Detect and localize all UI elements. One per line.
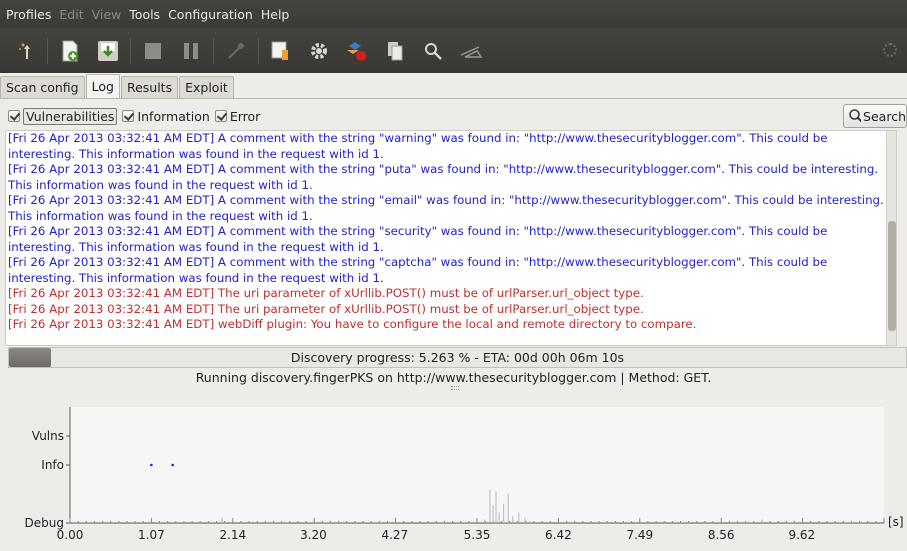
encode-decode-icon[interactable] bbox=[343, 37, 371, 65]
log-scrollbar[interactable] bbox=[886, 131, 896, 345]
x-tick-label: 7.49 bbox=[626, 528, 653, 542]
new-profile-icon[interactable] bbox=[56, 37, 84, 65]
tab-results[interactable]: Results bbox=[120, 76, 179, 98]
stop-icon[interactable] bbox=[139, 37, 167, 65]
chart-plot-area bbox=[70, 407, 884, 523]
tab-divider bbox=[0, 98, 907, 99]
toolbar-separator bbox=[47, 37, 48, 64]
log-line: [Fri 26 Apr 2013 03:32:41 AM EDT] The ur… bbox=[8, 286, 644, 300]
menu-edit[interactable]: Edit bbox=[59, 7, 83, 22]
x-tick-label: 6.42 bbox=[545, 528, 572, 542]
x-tick-label: 2.14 bbox=[219, 528, 246, 542]
log-line: [Fri 26 Apr 2013 03:32:41 AM EDT] A comm… bbox=[8, 131, 828, 145]
compare-icon[interactable] bbox=[419, 37, 447, 65]
filter-vulnerabilities-label[interactable]: Vulnerabilities bbox=[23, 107, 118, 125]
tab-strip: Scan config Log Results Exploit bbox=[0, 74, 235, 98]
x-tick-label: 8.56 bbox=[708, 528, 735, 542]
log-line: [Fri 26 Apr 2013 03:32:41 AM EDT] A comm… bbox=[8, 255, 828, 269]
x-tick-label: 9.62 bbox=[788, 528, 815, 542]
filter-vulnerabilities-checkbox[interactable] bbox=[8, 110, 20, 122]
progress-text: Discovery progress: 5.263 % - ETA: 00d 0… bbox=[290, 350, 625, 365]
filter-information-label[interactable]: Information bbox=[137, 109, 209, 124]
discovery-progress-bar: Discovery progress: 5.263 % - ETA: 00d 0… bbox=[8, 347, 907, 368]
x-tick-label: 0.00 bbox=[57, 528, 84, 542]
log-line: [Fri 26 Apr 2013 03:32:41 AM EDT] The ur… bbox=[8, 301, 644, 316]
tab-scan-config[interactable]: Scan config bbox=[0, 76, 85, 98]
search-icon bbox=[849, 109, 862, 123]
log-filter-bar: Vulnerabilities Information Error bbox=[0, 102, 907, 130]
filter-error-label[interactable]: Error bbox=[230, 109, 260, 124]
menu-tools[interactable]: Tools bbox=[129, 7, 160, 22]
toolbar-separator bbox=[130, 37, 131, 64]
log-line: interesting. This information was found … bbox=[8, 146, 384, 161]
save-profile-icon[interactable] bbox=[94, 37, 122, 65]
scrollbar-thumb[interactable] bbox=[888, 221, 896, 331]
toolbar bbox=[0, 28, 907, 73]
log-line: [Fri 26 Apr 2013 03:32:41 AM EDT] A comm… bbox=[8, 193, 884, 207]
menu-view[interactable]: View bbox=[92, 7, 122, 22]
x-unit-label: [s] bbox=[888, 515, 904, 529]
x-tick-label: 5.35 bbox=[464, 528, 491, 542]
menu-help[interactable]: Help bbox=[261, 7, 290, 22]
log-line: This information was found in the reques… bbox=[8, 177, 313, 192]
search-button[interactable]: Search bbox=[843, 104, 907, 128]
tab-log[interactable]: Log bbox=[85, 74, 120, 98]
filter-error-checkbox[interactable] bbox=[214, 110, 227, 122]
filter-information-checkbox[interactable] bbox=[122, 110, 135, 122]
export-request-icon[interactable] bbox=[381, 37, 409, 65]
log-line: This information was found in the reques… bbox=[8, 208, 313, 223]
menu-configuration[interactable]: Configuration bbox=[168, 7, 253, 22]
x-tick-label: 1.07 bbox=[138, 528, 165, 542]
log-view[interactable]: [Fri 26 Apr 2013 03:32:41 AM EDT] A comm… bbox=[5, 130, 897, 346]
busy-spinner-icon bbox=[883, 43, 897, 57]
log-line: interesting. This information was found … bbox=[8, 239, 384, 254]
log-line: [Fri 26 Apr 2013 03:32:41 AM EDT] A comm… bbox=[8, 224, 828, 238]
wizard-icon[interactable] bbox=[11, 37, 39, 65]
x-tick-label: 3.20 bbox=[300, 528, 327, 542]
search-button-label: Search bbox=[863, 108, 906, 124]
menu-bar: Profiles Edit View Tools Configuration Help bbox=[0, 0, 907, 28]
tab-exploit[interactable]: Exploit bbox=[179, 76, 234, 98]
info-point bbox=[171, 463, 175, 467]
scan-timeline-chart: DebugInfoVulns0.00 1.07 2.14 3.20 4.27 5.35 6.… bbox=[25, 407, 904, 542]
manual-request-icon[interactable] bbox=[267, 37, 295, 65]
pane-resize-grip[interactable] bbox=[451, 386, 459, 390]
info-point bbox=[150, 463, 153, 467]
pause-icon[interactable] bbox=[177, 37, 205, 65]
x-tick-label: 4.27 bbox=[381, 528, 408, 542]
running-status-text: Running discovery.fingerPKS on http://ww… bbox=[195, 370, 712, 385]
log-line: interesting. This information was found … bbox=[8, 270, 384, 285]
fuzzy-request-icon[interactable] bbox=[305, 37, 333, 65]
clear-icon[interactable] bbox=[222, 37, 250, 65]
y-tick-label-vulns: Vulns bbox=[32, 429, 64, 443]
y-tick-label-info: Info bbox=[41, 458, 64, 472]
toolbar-separator bbox=[213, 37, 214, 64]
log-lines: [Fri 26 Apr 2013 03:32:41 AM EDT] A comm… bbox=[6, 131, 896, 333]
proxy-icon[interactable] bbox=[457, 37, 485, 65]
menu-profiles[interactable]: Profiles bbox=[6, 7, 51, 22]
toolbar-separator bbox=[258, 37, 259, 64]
log-line: [Fri 26 Apr 2013 03:32:41 AM EDT] A comm… bbox=[8, 162, 879, 176]
log-line: [Fri 26 Apr 2013 03:32:41 AM EDT] webDif… bbox=[8, 317, 697, 331]
